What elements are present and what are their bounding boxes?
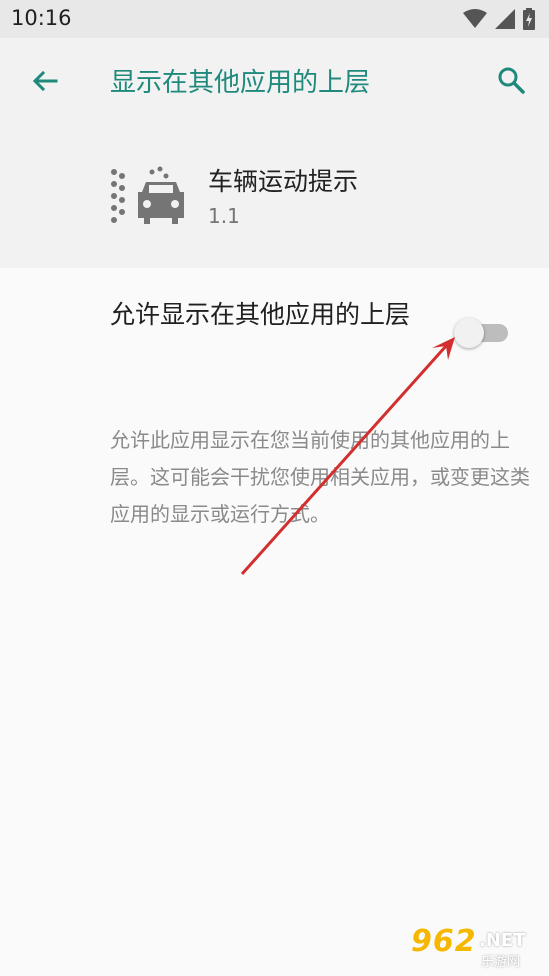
status-icons: [463, 8, 535, 30]
permission-title[interactable]: 允许显示在其他应用的上层: [110, 294, 430, 336]
arrow-back-icon: [32, 70, 58, 92]
status-bar: 10:16: [0, 0, 549, 38]
signal-icon: [495, 9, 515, 29]
app-bar: 显示在其他应用的上层: [0, 38, 549, 124]
app-version: 1.1: [208, 204, 240, 228]
toggle-thumb: [454, 318, 484, 348]
watermark-number: 962: [411, 924, 477, 959]
page-title: 显示在其他应用的上层: [110, 68, 371, 98]
app-header: 车辆运动提示 1.1: [0, 124, 549, 268]
watermark-net: .NET: [479, 930, 526, 951]
permission-toggle[interactable]: [452, 314, 510, 350]
car-motion-icon: [111, 166, 184, 224]
wifi-icon: [463, 9, 487, 28]
search-button[interactable]: [495, 64, 527, 96]
permission-description: 允许此应用显示在您当前使用的其他应用的上层。这可能会干扰您使用相关应用，或变更这…: [110, 428, 530, 526]
status-time: 10:16: [11, 6, 72, 30]
watermark-logo: 962 .NET 乐游网: [411, 924, 541, 970]
search-icon: [498, 67, 525, 94]
watermark-subtitle: 乐游网: [481, 955, 521, 970]
battery-icon: [523, 8, 535, 30]
app-name: 车辆运动提示: [208, 167, 359, 196]
back-button[interactable]: [28, 66, 60, 98]
